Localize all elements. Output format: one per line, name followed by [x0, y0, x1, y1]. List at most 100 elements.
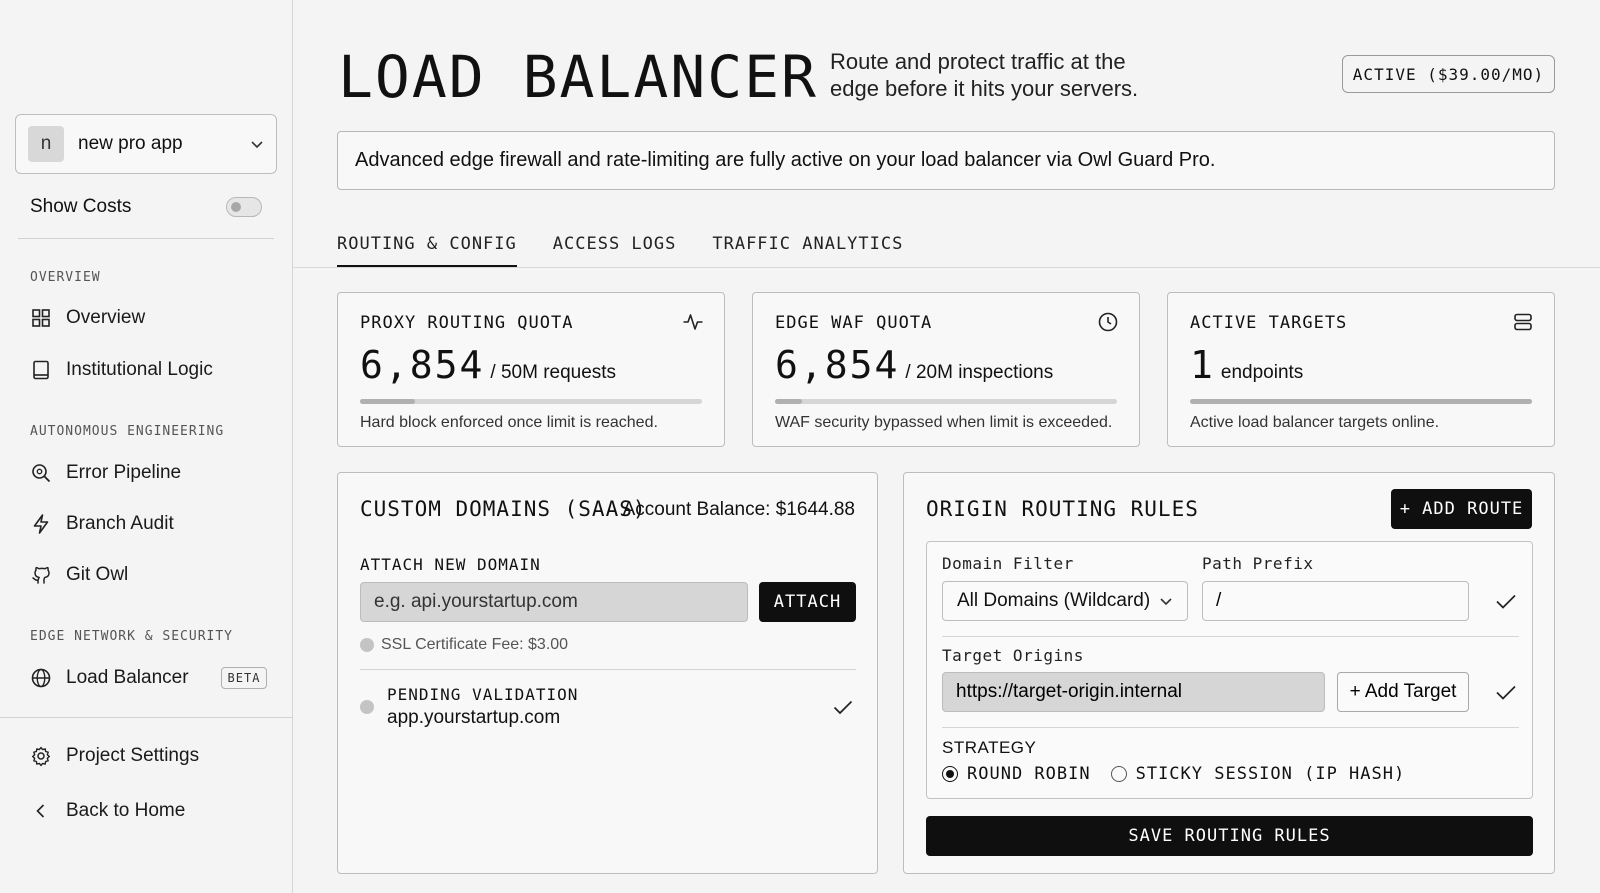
section-edge-network-security: EDGE NETWORK & SECURITY [30, 629, 234, 644]
bolt-icon [33, 514, 49, 534]
path-prefix-input[interactable] [1202, 581, 1469, 621]
status-badge: ACTIVE ($39.00/MO) [1342, 55, 1555, 93]
quota-card-edge-waf: EDGE WAF QUOTA 6,854 / 20M inspections W… [752, 292, 1140, 447]
chevron-down-icon [1160, 598, 1172, 606]
beta-badge: BETA [220, 667, 268, 689]
quota-note: Active load balancer targets online. [1190, 414, 1440, 431]
tab-underline-divider [293, 267, 1600, 268]
radio-selected[interactable] [942, 766, 958, 782]
sidebar-item-label: Overview [66, 307, 146, 328]
add-route-button[interactable]: + ADD ROUTE [1391, 489, 1532, 529]
save-routing-rules-button[interactable]: SAVE ROUTING RULES [926, 816, 1533, 856]
strategy-label: STRATEGY [942, 738, 1037, 757]
quota-number: 1 [1190, 343, 1215, 387]
sidebar-item-label: Back to Home [66, 800, 186, 821]
attach-domain-label: ATTACH NEW DOMAIN [360, 555, 541, 574]
show-costs-toggle[interactable] [226, 197, 262, 217]
quota-label: PROXY ROUTING QUOTA [360, 313, 574, 333]
sidebar-item-branch-audit[interactable]: Branch Audit [30, 509, 174, 539]
check-icon[interactable] [1493, 679, 1519, 705]
section-overview: OVERVIEW [30, 270, 101, 285]
sidebar-item-load-balancer[interactable]: Load Balancer BETA [30, 663, 268, 693]
quota-unit: endpoints [1220, 362, 1304, 383]
github-icon [32, 566, 50, 584]
quota-label: ACTIVE TARGETS [1190, 313, 1348, 333]
show-costs-row: Show Costs [30, 194, 262, 220]
strategy-sticky-session[interactable]: STICKY SESSION (IP HASH) [1110, 764, 1406, 784]
project-selector[interactable]: n new pro app [15, 114, 277, 174]
target-origins-label: Target Origins [942, 646, 1084, 665]
radio-unselected[interactable] [1110, 766, 1127, 782]
page-subtitle: Route and protect traffic at the edge be… [830, 48, 1170, 102]
route-rule: Domain Filter Path Prefix All Domains (W… [926, 541, 1533, 799]
quota-progress-bar [1190, 399, 1532, 404]
domain-filter-select[interactable]: All Domains (Wildcard) [942, 581, 1188, 621]
custom-domains-panel: CUSTOM DOMAINS (SAAS) Account Balance: $… [337, 472, 878, 874]
check-icon[interactable] [1493, 588, 1519, 614]
domains-divider [360, 669, 856, 670]
domain-input[interactable] [360, 582, 748, 622]
sidebar: n new pro app Show Costs OVERVIEW Overvi… [0, 0, 293, 893]
route-divider [942, 727, 1519, 728]
page-title: LOAD BALANCER [338, 43, 818, 111]
quota-note: WAF security bypassed when limit is exce… [775, 414, 1113, 431]
tab-routing-config[interactable]: ROUTING & CONFIG [337, 230, 517, 268]
sidebar-item-label: Error Pipeline [66, 462, 182, 483]
server-icon [1514, 313, 1532, 331]
domain-status: PENDING VALIDATION [387, 685, 579, 704]
sidebar-divider [18, 238, 274, 239]
quota-label: EDGE WAF QUOTA [775, 313, 933, 333]
tab-access-logs[interactable]: ACCESS LOGS [553, 230, 677, 268]
quota-value: 1 endpoints [1190, 343, 1303, 387]
panel-title: CUSTOM DOMAINS (SAAS) [360, 497, 647, 521]
sidebar-item-label: Load Balancer [66, 667, 189, 688]
target-origin-input[interactable] [942, 672, 1325, 712]
activity-icon [683, 314, 703, 330]
quota-progress-bar [775, 399, 1117, 404]
chevron-down-icon [251, 141, 263, 149]
domain-filter-value: All Domains (Wildcard) [957, 590, 1151, 611]
globe-icon [31, 668, 51, 688]
panel-title: ORIGIN ROUTING RULES [926, 497, 1199, 521]
attach-button[interactable]: ATTACH [759, 582, 856, 622]
strategy-option-label: ROUND ROBIN [967, 764, 1091, 784]
project-name: new pro app [78, 133, 183, 154]
sidebar-item-git-owl[interactable]: Git Owl [30, 560, 128, 590]
sidebar-item-project-settings[interactable]: Project Settings [30, 741, 199, 771]
strategy-radio-group: ROUND ROBIN STICKY SESSION (IP HASH) [942, 764, 1425, 784]
domain-host: app.yourstartup.com [387, 707, 561, 728]
sidebar-footer-divider [0, 717, 293, 718]
ssl-fee-note: SSL Certificate Fee: $3.00 [360, 636, 568, 654]
account-balance: Account Balance: $1644.88 [622, 499, 855, 520]
sidebar-item-error-pipeline[interactable]: Error Pipeline [30, 458, 181, 488]
gear-icon [32, 746, 50, 767]
quota-progress-bar [360, 399, 702, 404]
chevron-left-icon [36, 804, 45, 818]
tab-traffic-analytics[interactable]: TRAFFIC ANALYTICS [712, 230, 903, 268]
sidebar-item-label: Project Settings [66, 745, 200, 766]
strategy-round-robin[interactable]: ROUND ROBIN [942, 764, 1091, 784]
sidebar-item-label: Branch Audit [66, 513, 174, 534]
sidebar-item-institutional-logic[interactable]: Institutional Logic [30, 355, 213, 385]
check-icon[interactable] [831, 695, 855, 719]
book-icon [33, 360, 49, 380]
add-target-button[interactable]: + Add Target [1337, 672, 1469, 712]
sidebar-item-back-to-home[interactable]: Back to Home [30, 796, 185, 826]
route-divider [942, 636, 1519, 637]
sidebar-item-label: Institutional Logic [66, 359, 213, 380]
quota-progress-fill [1190, 399, 1532, 404]
page-subtitle-line: edge before it hits your servers. [830, 76, 1139, 101]
project-avatar: n [28, 126, 64, 162]
tab-bar: ROUTING & CONFIG ACCESS LOGS TRAFFIC ANA… [337, 230, 939, 268]
search-bug-icon [32, 464, 51, 483]
quota-number: 6,854 [360, 343, 485, 387]
info-banner: Advanced edge firewall and rate-limiting… [337, 131, 1555, 190]
quota-value: 6,854 / 50M requests [360, 343, 616, 387]
quota-number: 6,854 [775, 343, 900, 387]
domain-entry: PENDING VALIDATION app.yourstartup.com [360, 685, 578, 729]
strategy-option-label: STICKY SESSION (IP HASH) [1135, 764, 1406, 784]
quota-progress-fill [360, 399, 415, 404]
section-autonomous-engineering: AUTONOMOUS ENGINEERING [30, 424, 225, 439]
quota-value: 6,854 / 20M inspections [775, 343, 1053, 387]
sidebar-item-overview[interactable]: Overview [30, 303, 145, 333]
